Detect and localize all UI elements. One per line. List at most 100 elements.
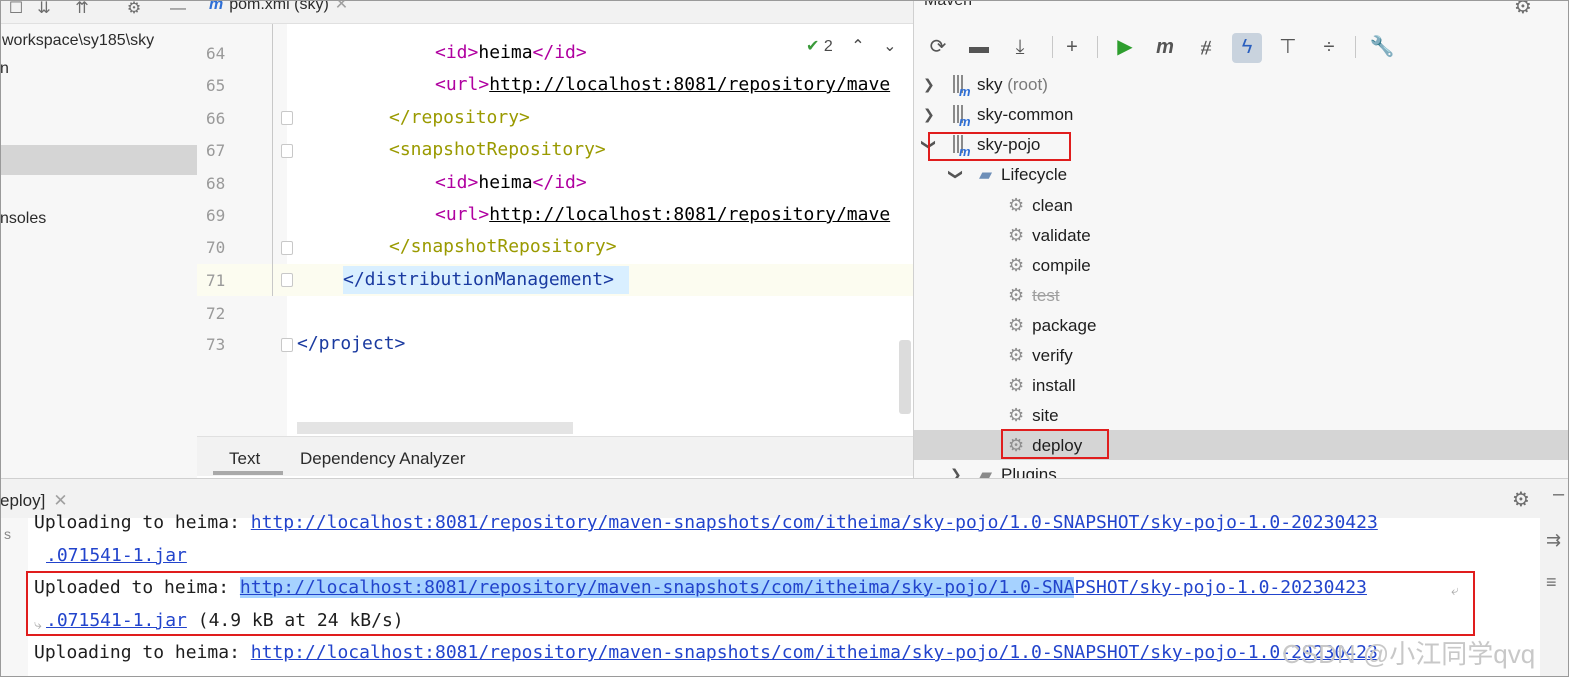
goal-validate[interactable]: ⚙ validate	[1008, 222, 1091, 248]
tree-module-sky[interactable]: m sky (root)	[953, 72, 1048, 99]
goal-test[interactable]: ⚙ test	[1008, 282, 1060, 308]
inspection-widget[interactable]: ✔ 2 ⌃ ⌄	[806, 36, 896, 56]
xml-tag: <url>	[435, 74, 490, 95]
fold-marker-icon[interactable]	[281, 338, 293, 352]
tab-text[interactable]: Text	[229, 449, 260, 469]
soft-wrap-icon[interactable]: ⇉	[1546, 530, 1561, 551]
code-line-71[interactable]: </distributionManagement>	[343, 269, 614, 290]
toggle-offline-icon[interactable]: ϟ	[1233, 33, 1261, 61]
tab-label: eploy]	[0, 491, 46, 510]
settings-gear-icon[interactable]: ⚙	[122, 0, 146, 20]
line-number: 65	[206, 76, 226, 95]
xml-value: heima	[478, 42, 533, 63]
fold-marker-icon[interactable]	[281, 241, 293, 255]
chevron-right-icon[interactable]: ❯	[923, 76, 935, 93]
tab-deploy-run[interactable]: eploy] ✕	[0, 491, 68, 511]
code-line-64[interactable]: <id>heima</id>	[435, 42, 587, 63]
tree-plugins[interactable]: ▰ Plugins	[979, 462, 1057, 478]
goal-compile[interactable]: ⚙ compile	[1008, 252, 1091, 278]
line-number: 64	[206, 44, 226, 63]
fold-marker-icon[interactable]	[281, 144, 293, 158]
gear-icon: ⚙	[1008, 255, 1025, 275]
goal-install[interactable]: ⚙ install	[1008, 372, 1076, 398]
tree-label-root: (root)	[1007, 75, 1048, 94]
project-path[interactable]: workspace\sy185\sky	[2, 32, 154, 50]
xml-url-value[interactable]: http://localhost:8081/repository/mave	[489, 204, 890, 225]
hide-icon[interactable]: —	[166, 0, 190, 20]
code-line-67[interactable]: <snapshotRepository>	[389, 139, 606, 160]
execute-goal-icon[interactable]: m	[1151, 33, 1179, 61]
minimize-icon[interactable]: –	[1553, 483, 1564, 506]
collapse-all-icon[interactable]: ⇈	[70, 0, 94, 20]
collapse-icon[interactable]: ☐	[4, 0, 28, 20]
tab-pom-xml[interactable]: m pom.xml (sky) ✕	[209, 0, 348, 20]
chevron-down-icon[interactable]: ⌄	[883, 38, 896, 55]
project-item[interactable]: n	[0, 60, 9, 78]
side-icon: s	[4, 526, 11, 542]
lifecycle-folder-icon: ▰	[979, 165, 993, 184]
add-icon[interactable]: +	[1058, 33, 1086, 61]
fold-marker-icon[interactable]	[281, 111, 293, 125]
active-tab-indicator	[213, 471, 283, 475]
scroll-end-icon[interactable]: ≡	[1546, 572, 1557, 593]
toolbar-separator	[1097, 36, 1098, 58]
wrench-icon[interactable]: 🔧	[1368, 33, 1396, 61]
code-line-73[interactable]: </project>	[297, 333, 405, 354]
console-line: Uploading to heima: http://localhost:808…	[34, 512, 1378, 533]
collapse-all-icon[interactable]: ÷	[1315, 33, 1343, 61]
editor-scrollbar[interactable]	[899, 340, 911, 414]
folder-icon: ▰	[979, 465, 993, 478]
line-number: 69	[206, 206, 226, 225]
line-number: 68	[206, 174, 226, 193]
tree-module-sky-common[interactable]: m sky-common	[953, 102, 1073, 129]
goal-label: compile	[1032, 256, 1091, 275]
gear-icon: ⚙	[1008, 375, 1025, 395]
code-line-68[interactable]: <id>heima</id>	[435, 172, 587, 193]
close-icon[interactable]: ✕	[53, 491, 67, 510]
console-link[interactable]: http://localhost:8081/repository/maven-s…	[251, 642, 1378, 663]
console-link[interactable]: .071541-1.jar	[46, 545, 187, 566]
skip-tests-icon[interactable]: ⧣	[1192, 33, 1220, 61]
expand-all-icon[interactable]: ⇊	[32, 0, 56, 20]
download-icon[interactable]: ⤓	[1006, 33, 1034, 61]
xml-url-value[interactable]: http://localhost:8081/repository/mave	[489, 74, 890, 95]
tab-dependency-analyzer[interactable]: Dependency Analyzer	[300, 449, 465, 469]
show-dependencies-icon[interactable]: ⊤	[1274, 33, 1302, 61]
goal-verify[interactable]: ⚙ verify	[1008, 342, 1073, 368]
goal-site[interactable]: ⚙ site	[1008, 402, 1059, 428]
close-icon[interactable]: ✕	[335, 0, 348, 13]
chevron-right-icon[interactable]: ❯	[923, 106, 935, 123]
code-line-65[interactable]: <url>http://localhost:8081/repository/ma…	[435, 74, 890, 95]
console-line: Uploading to heima: http://localhost:808…	[34, 642, 1378, 663]
code-line-69[interactable]: <url>http://localhost:8081/repository/ma…	[435, 204, 890, 225]
gear-icon: ⚙	[1008, 195, 1025, 215]
goal-package[interactable]: ⚙ package	[1008, 312, 1096, 338]
horizontal-scrollbar[interactable]	[297, 422, 573, 434]
goal-label: test	[1032, 286, 1060, 305]
scratches-consoles-item[interactable]: nsoles	[0, 210, 46, 228]
tree-lifecycle[interactable]: ▰ Lifecycle	[979, 162, 1067, 188]
gear-icon: ⚙	[1008, 345, 1025, 365]
reload-icon[interactable]: ⟳	[924, 33, 952, 61]
gear-icon[interactable]: ⚙	[1512, 487, 1530, 512]
tab-label: pom.xml (sky)	[229, 0, 329, 13]
code-line-66[interactable]: </repository>	[389, 107, 530, 128]
fold-marker-icon[interactable]	[281, 273, 293, 287]
code-line-70[interactable]: </snapshotRepository>	[389, 236, 617, 257]
line-number: 73	[206, 335, 226, 354]
goal-clean[interactable]: ⚙ clean	[1008, 192, 1073, 218]
chevron-up-icon[interactable]: ⌃	[851, 38, 864, 55]
run-icon[interactable]: ▶	[1111, 33, 1139, 61]
gear-icon[interactable]: ⚙	[1514, 0, 1532, 19]
line-number: 70	[206, 238, 226, 257]
project-selected-row[interactable]	[0, 145, 197, 175]
console-link[interactable]: http://localhost:8081/repository/maven-s…	[251, 512, 1378, 533]
gutter-divider	[272, 24, 273, 296]
inspection-count: 2	[823, 38, 833, 55]
generate-sources-icon[interactable]: ▬	[965, 33, 993, 61]
highlight-box	[928, 132, 1071, 161]
watermark: CSDN @小江同学qvq	[1282, 639, 1536, 669]
chevron-down-icon[interactable]: ❯	[947, 169, 964, 181]
tree-label: Lifecycle	[1001, 165, 1068, 184]
xml-tag: </id>	[532, 42, 587, 63]
